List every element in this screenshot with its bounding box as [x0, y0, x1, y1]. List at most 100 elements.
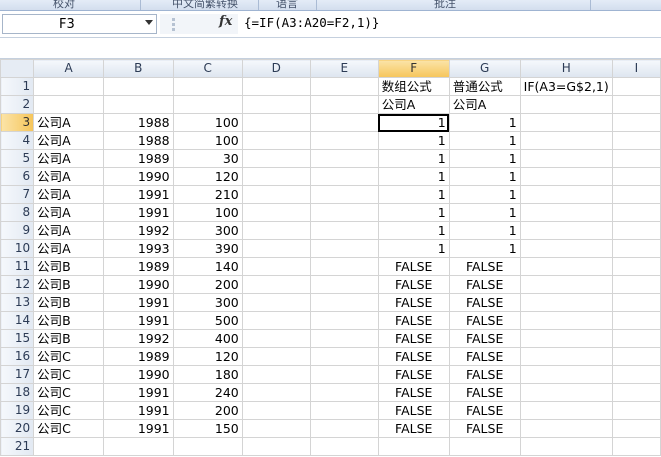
cell-h10[interactable]	[519, 239, 613, 258]
cell-e21[interactable]	[309, 437, 379, 456]
cell-a7[interactable]: 公司A	[33, 185, 104, 204]
cell-h16[interactable]	[519, 347, 613, 366]
cell-i15[interactable]	[611, 329, 661, 348]
cell-d3[interactable]	[241, 113, 311, 132]
cell-g12[interactable]: FALSE	[448, 275, 521, 294]
insert-function-button[interactable]: fx	[219, 14, 232, 29]
column-header-f[interactable]: F	[377, 59, 450, 78]
cell-f18[interactable]: FALSE	[377, 383, 450, 402]
cell-a11[interactable]: 公司B	[33, 257, 104, 276]
cell-i2[interactable]	[611, 95, 661, 114]
cell-a1[interactable]	[33, 77, 104, 96]
cell-a21[interactable]	[33, 437, 104, 456]
cell-g11[interactable]: FALSE	[448, 257, 521, 276]
cell-g20[interactable]: FALSE	[448, 419, 521, 438]
cell-g14[interactable]: FALSE	[448, 311, 521, 330]
row-header-17[interactable]: 17	[0, 365, 35, 384]
cell-b10[interactable]: 1993	[102, 239, 174, 258]
cell-a19[interactable]: 公司C	[33, 401, 104, 420]
cell-g1[interactable]: 普通公式	[448, 77, 521, 96]
cell-i4[interactable]	[611, 131, 661, 150]
cell-h6[interactable]	[519, 167, 613, 186]
cell-e13[interactable]	[309, 293, 379, 312]
cell-h12[interactable]	[519, 275, 613, 294]
cell-a14[interactable]: 公司B	[33, 311, 104, 330]
column-header-e[interactable]: E	[309, 59, 379, 78]
cell-a3[interactable]: 公司A	[33, 113, 104, 132]
cell-b1[interactable]	[102, 77, 174, 96]
cell-b20[interactable]: 1991	[102, 419, 174, 438]
cell-h21[interactable]	[519, 437, 613, 456]
cell-h13[interactable]	[519, 293, 613, 312]
cell-c7[interactable]: 210	[172, 185, 243, 204]
row-header-2[interactable]: 2	[0, 95, 35, 114]
cell-f20[interactable]: FALSE	[377, 419, 450, 438]
cell-d16[interactable]	[241, 347, 311, 366]
cell-e17[interactable]	[309, 365, 379, 384]
cell-h7[interactable]	[519, 185, 613, 204]
cell-g2[interactable]: 公司A	[448, 95, 521, 114]
row-header-7[interactable]: 7	[0, 185, 35, 204]
cell-c19[interactable]: 200	[172, 401, 243, 420]
cell-i9[interactable]	[611, 221, 661, 240]
cell-e11[interactable]	[309, 257, 379, 276]
cell-b19[interactable]: 1991	[102, 401, 174, 420]
cell-a18[interactable]: 公司C	[33, 383, 104, 402]
cell-d17[interactable]	[241, 365, 311, 384]
cell-d11[interactable]	[241, 257, 311, 276]
cell-c5[interactable]: 30	[172, 149, 243, 168]
cell-a13[interactable]: 公司B	[33, 293, 104, 312]
cell-a5[interactable]: 公司A	[33, 149, 104, 168]
row-header-6[interactable]: 6	[0, 167, 35, 186]
cell-a9[interactable]: 公司A	[33, 221, 104, 240]
cell-a15[interactable]: 公司B	[33, 329, 104, 348]
cell-c9[interactable]: 300	[172, 221, 243, 240]
row-header-15[interactable]: 15	[0, 329, 35, 348]
cell-d1[interactable]	[241, 77, 311, 96]
cell-c11[interactable]: 140	[172, 257, 243, 276]
cell-f10[interactable]: 1	[377, 239, 450, 258]
name-box-dropdown-icon[interactable]	[145, 20, 153, 25]
cell-h9[interactable]	[519, 221, 613, 240]
cell-i16[interactable]	[611, 347, 661, 366]
cell-i8[interactable]	[611, 203, 661, 222]
cell-d7[interactable]	[241, 185, 311, 204]
cell-e14[interactable]	[309, 311, 379, 330]
cell-e8[interactable]	[309, 203, 379, 222]
cell-f19[interactable]: FALSE	[377, 401, 450, 420]
cell-h1[interactable]: IF(A3=G$2,1)	[519, 77, 613, 96]
cell-f21[interactable]	[377, 437, 450, 456]
cell-i7[interactable]	[611, 185, 661, 204]
ribbon-group-language[interactable]: 语言	[276, 0, 298, 10]
row-header-20[interactable]: 20	[0, 419, 35, 438]
cell-g6[interactable]: 1	[448, 167, 521, 186]
cell-c10[interactable]: 390	[172, 239, 243, 258]
row-header-12[interactable]: 12	[0, 275, 35, 294]
cell-a10[interactable]: 公司A	[33, 239, 104, 258]
cell-c4[interactable]: 100	[172, 131, 243, 150]
cell-e5[interactable]	[309, 149, 379, 168]
cell-b6[interactable]: 1990	[102, 167, 174, 186]
cell-h17[interactable]	[519, 365, 613, 384]
row-header-8[interactable]: 8	[0, 203, 35, 222]
column-header-b[interactable]: B	[102, 59, 174, 78]
cell-h8[interactable]	[519, 203, 613, 222]
cell-b8[interactable]: 1991	[102, 203, 174, 222]
cell-c12[interactable]: 200	[172, 275, 243, 294]
cell-g5[interactable]: 1	[448, 149, 521, 168]
cell-e2[interactable]	[309, 95, 379, 114]
cell-b3[interactable]: 1988	[102, 113, 174, 132]
row-header-16[interactable]: 16	[0, 347, 35, 366]
cell-f4[interactable]: 1	[377, 131, 450, 150]
cell-c1[interactable]	[172, 77, 243, 96]
cell-e20[interactable]	[309, 419, 379, 438]
cell-c6[interactable]: 120	[172, 167, 243, 186]
cell-f8[interactable]: 1	[377, 203, 450, 222]
cell-i19[interactable]	[611, 401, 661, 420]
cell-i10[interactable]	[611, 239, 661, 258]
row-header-1[interactable]: 1	[0, 77, 35, 96]
cell-g3[interactable]: 1	[448, 113, 521, 132]
ribbon-group-proofing[interactable]: 校对	[53, 0, 75, 10]
cell-d2[interactable]	[241, 95, 311, 114]
cell-g21[interactable]	[448, 437, 521, 456]
